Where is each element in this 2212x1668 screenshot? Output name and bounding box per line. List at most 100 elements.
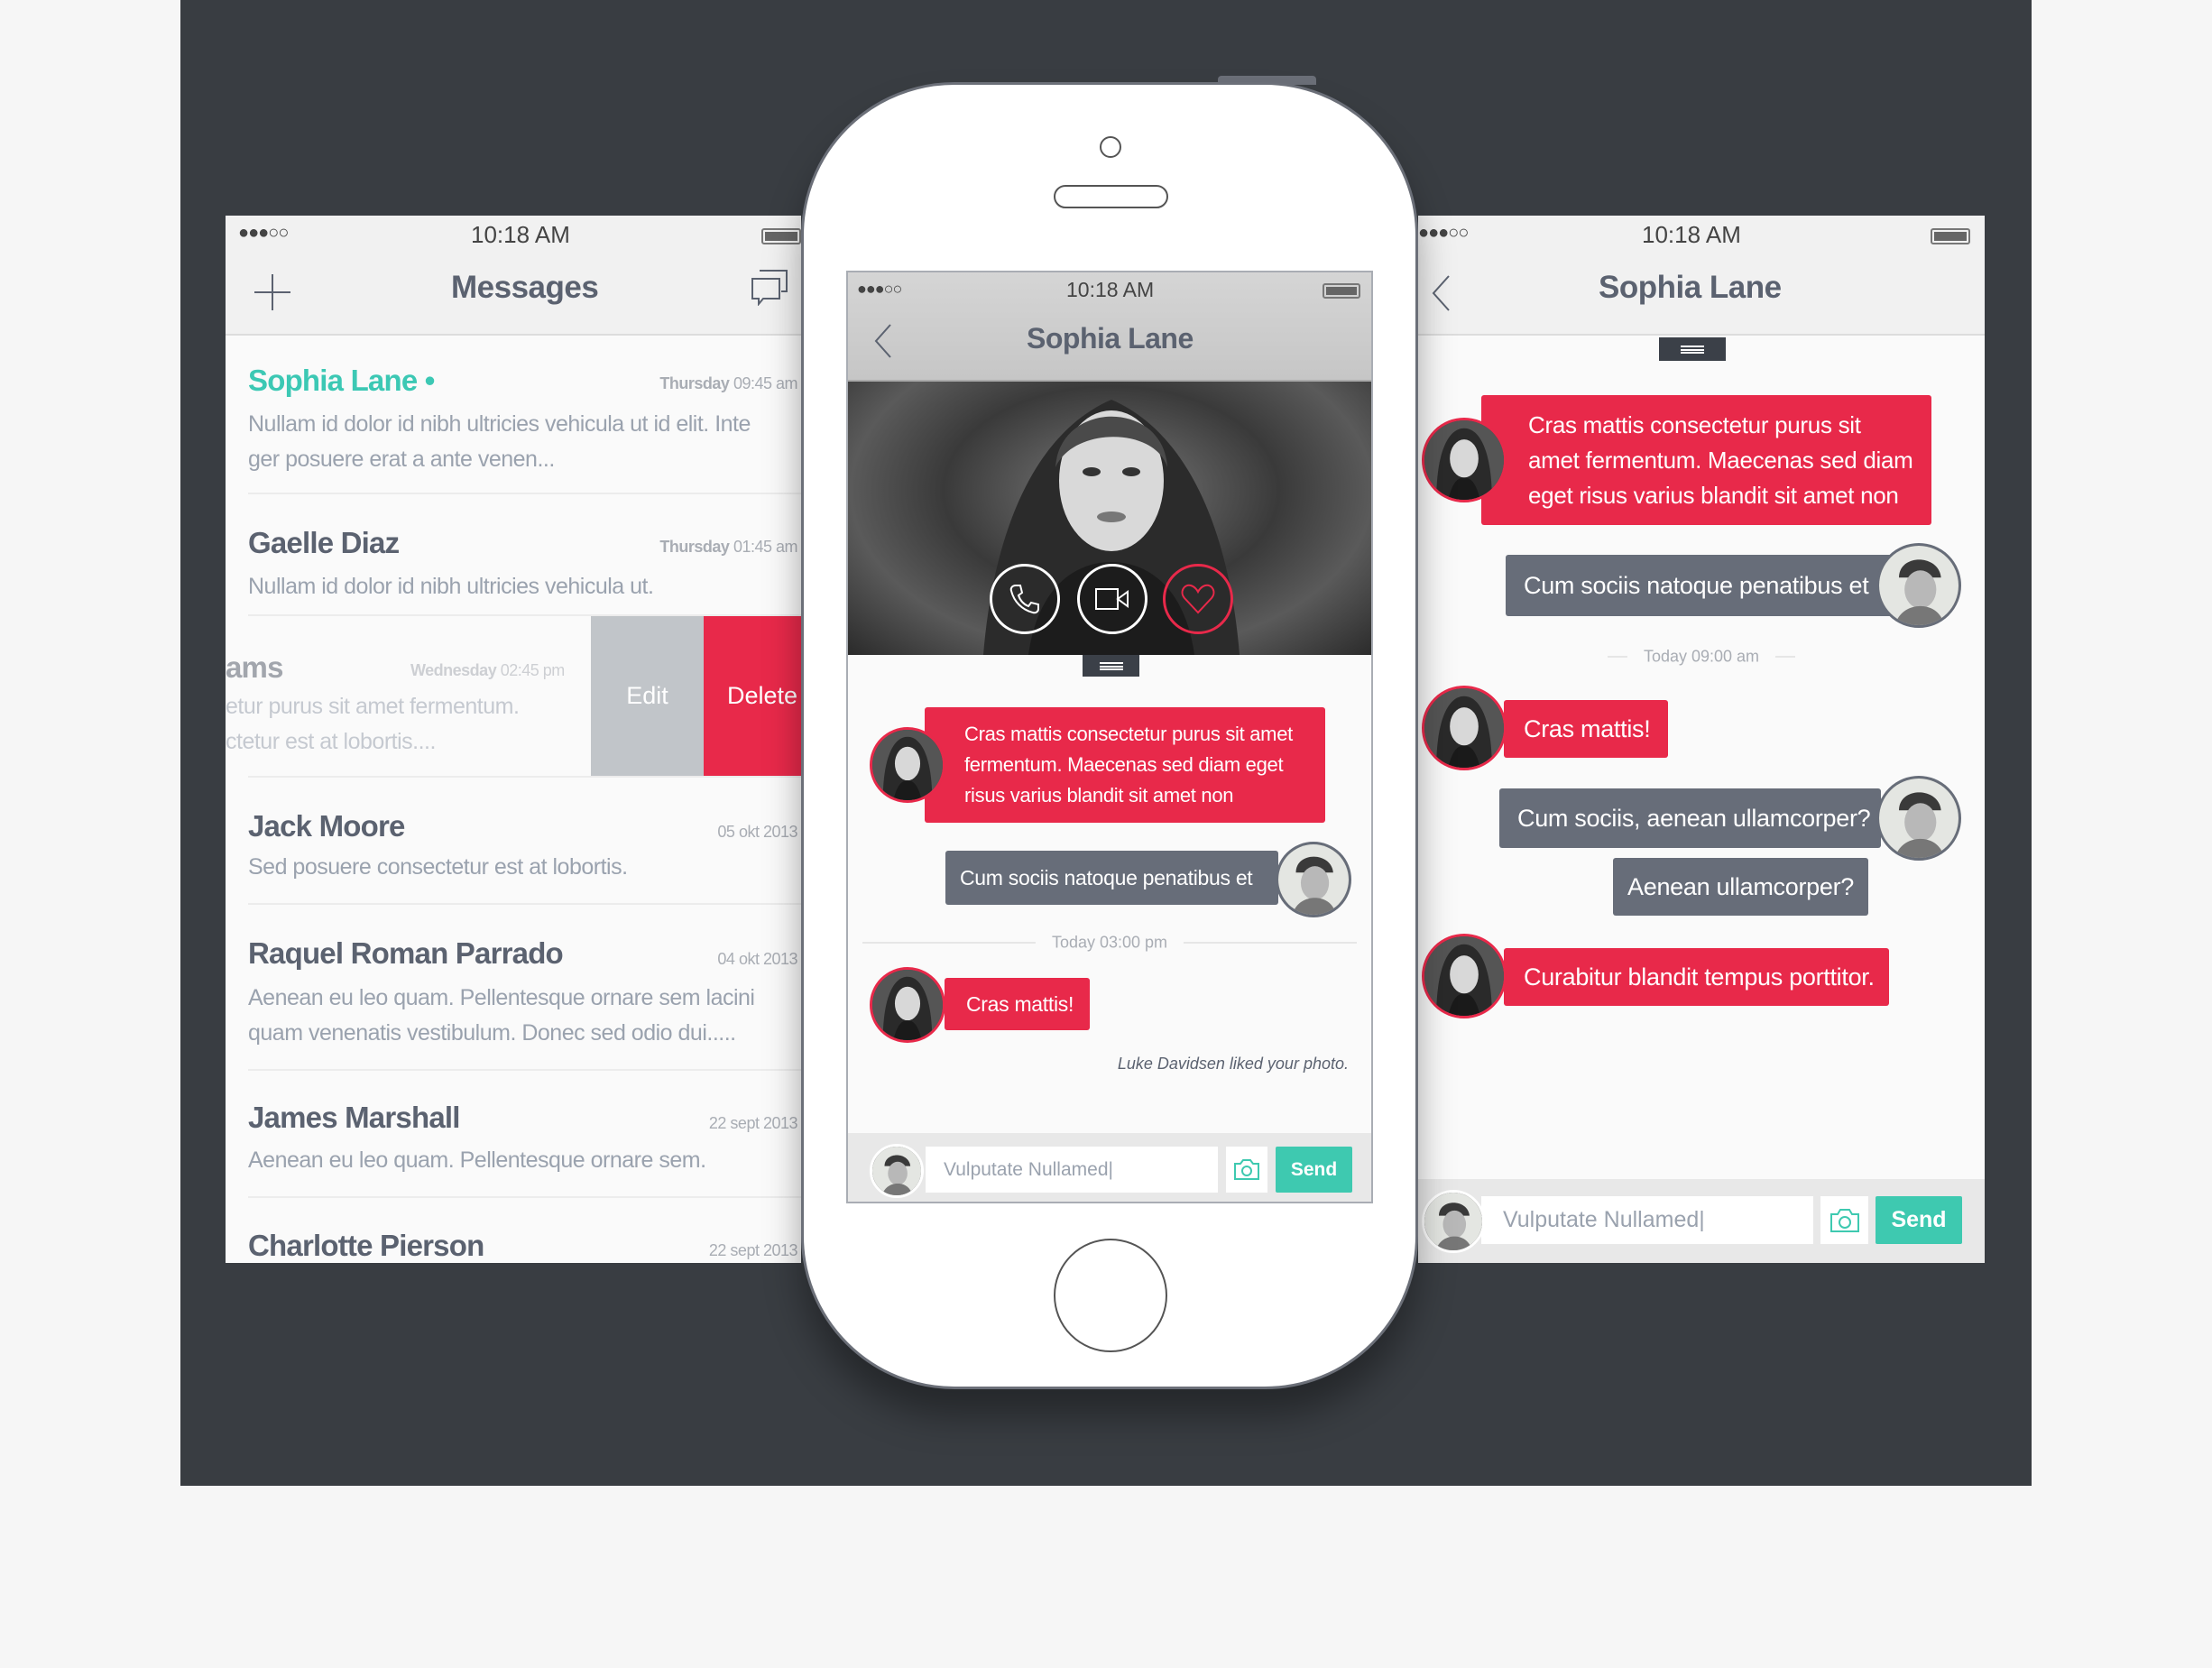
message-date: Thursday 09:45 am bbox=[659, 374, 797, 392]
like-button[interactable] bbox=[1163, 564, 1233, 634]
message-date: Wednesday 02:45 pm bbox=[410, 661, 565, 679]
message-bubble-sent: Aenean ullamcorper? bbox=[1613, 858, 1868, 916]
contact-name: Charlotte Pierson bbox=[248, 1229, 484, 1262]
list-item[interactable]: Raquel Roman Parrado 04 okt 2013 Aenean … bbox=[226, 905, 801, 1069]
avatar-user bbox=[870, 1144, 924, 1198]
status-time: 10:18 AM bbox=[1642, 221, 1741, 248]
message-bubble-sent: Cum sociis natoque penatibus et bbox=[945, 851, 1278, 905]
message-date: 22 sept 2013 bbox=[708, 1241, 798, 1259]
chat-bubbles-icon[interactable] bbox=[751, 270, 788, 306]
message-preview: Aenean eu leo quam. Pellentesque ornare … bbox=[248, 1147, 706, 1173]
status-time: 10:18 AM bbox=[1066, 278, 1155, 301]
message-preview: quam venenatis vestibulum. Donec sed odi… bbox=[248, 1020, 736, 1046]
plus-icon[interactable] bbox=[254, 274, 290, 310]
menu-icon bbox=[1681, 345, 1704, 354]
battery-icon bbox=[1323, 283, 1360, 299]
message-date: Thursday 01:45 am bbox=[659, 538, 797, 556]
list-item[interactable]: Sophia Lane • Thursday 09:45 am Nullam i… bbox=[226, 336, 801, 494]
message-bubble-received: Cras mattis! bbox=[1504, 700, 1668, 758]
avatar-user bbox=[1422, 1190, 1485, 1253]
avatar-user bbox=[1876, 776, 1961, 861]
contact-name: Raquel Roman Parrado bbox=[248, 936, 564, 970]
send-button[interactable]: Send bbox=[1876, 1196, 1962, 1244]
avatar-sophia bbox=[1422, 418, 1507, 502]
contact-name: Gaelle Diaz bbox=[248, 526, 400, 559]
avatar-sophia bbox=[870, 967, 945, 1043]
battery-icon bbox=[761, 228, 801, 244]
profile-photo bbox=[848, 382, 1371, 655]
camera-icon bbox=[1234, 1159, 1259, 1180]
avatar-user bbox=[1876, 543, 1961, 628]
conversation-title: Sophia Lane bbox=[1027, 322, 1194, 355]
camera-button[interactable] bbox=[1226, 1147, 1267, 1193]
list-item[interactable]: Charlotte Pierson 22 sept 2013 bbox=[226, 1198, 801, 1263]
nav-bar: ●●●○○ 10:18 AM Sophia Lane bbox=[848, 272, 1371, 382]
avatar-user bbox=[1276, 842, 1351, 917]
signal-indicator: ●●●○○ bbox=[1418, 223, 1469, 243]
message-date: 04 okt 2013 bbox=[717, 950, 797, 968]
list-item[interactable]: James Marshall 22 sept 2013 Aenean eu le… bbox=[226, 1071, 801, 1196]
menu-handle[interactable] bbox=[1083, 655, 1139, 677]
online-dot: • bbox=[424, 364, 436, 397]
list-item[interactable]: Jack Moore 05 okt 2013 Sed posuere conse… bbox=[226, 778, 801, 903]
edit-button[interactable]: Edit bbox=[591, 616, 704, 776]
signal-indicator: ●●●○○ bbox=[857, 280, 902, 298]
message-date: 22 sept 2013 bbox=[708, 1114, 798, 1132]
message-preview: Sed posuere consectetur est at lobortis. bbox=[248, 854, 628, 880]
nav-bar: ●●●○○ 10:18 AM Messages bbox=[226, 216, 801, 336]
message-preview: Nullam id dolor id nibh ultricies vehicu… bbox=[248, 574, 654, 599]
video-call-button[interactable] bbox=[1077, 564, 1147, 634]
back-chevron-icon[interactable] bbox=[1431, 274, 1452, 312]
message-preview: ger posuere erat a ante venen... bbox=[248, 447, 555, 472]
message-input[interactable]: Vulputate Nullamed| bbox=[926, 1147, 1218, 1193]
time-separator: Today 03:00 pm bbox=[862, 933, 1357, 953]
camera-icon bbox=[1830, 1208, 1859, 1232]
contact-name: Jack Moore bbox=[248, 809, 405, 843]
contact-name: James Marshall bbox=[248, 1101, 460, 1134]
contact-name: Sophia Lane bbox=[248, 364, 418, 397]
camera-button[interactable] bbox=[1820, 1196, 1868, 1244]
message-bubble-received: Cras mattis consectetur purus sit amet f… bbox=[1481, 395, 1931, 525]
nav-bar: ●●●○○ 10:18 AM Sophia Lane bbox=[1418, 216, 1985, 336]
compose-bar: Vulputate Nullamed| Send bbox=[848, 1133, 1371, 1202]
message-bubble-sent: Cum sociis natoque penatibus et bbox=[1506, 555, 1894, 616]
avatar-sophia bbox=[1422, 934, 1507, 1018]
message-date: 05 okt 2013 bbox=[717, 823, 797, 841]
contact-name: ams bbox=[226, 650, 283, 684]
message-preview: Nullam id dolor id nibh ultricies vehicu… bbox=[248, 411, 751, 437]
page-title: Messages bbox=[451, 270, 599, 305]
profile-chat-screen: ●●●○○ 10:18 AM Sophia Lane Cras mattis c… bbox=[846, 271, 1373, 1203]
message-preview: etur purus sit amet fermentum. bbox=[226, 694, 520, 719]
back-chevron-icon[interactable] bbox=[873, 323, 893, 359]
conversation-screen: ●●●○○ 10:18 AM Sophia Lane Cras mattis c… bbox=[1418, 216, 1985, 1263]
messages-list-screen: ●●●○○ 10:18 AM Messages Sophia Lane • Th… bbox=[226, 216, 801, 1263]
message-input[interactable]: Vulputate Nullamed| bbox=[1481, 1196, 1813, 1244]
menu-handle[interactable] bbox=[1659, 337, 1726, 361]
conversation-title: Sophia Lane bbox=[1599, 270, 1782, 305]
message-bubble-received: Cras mattis consectetur purus sit amet f… bbox=[925, 707, 1325, 823]
heart-icon bbox=[1181, 584, 1215, 614]
avatar-sophia bbox=[870, 727, 945, 803]
front-camera bbox=[1100, 136, 1121, 158]
menu-icon bbox=[1099, 661, 1123, 670]
delete-button[interactable]: Delete bbox=[704, 616, 801, 776]
battery-icon bbox=[1931, 228, 1970, 244]
speaker-grill bbox=[1054, 185, 1168, 208]
avatar-sophia bbox=[1422, 686, 1507, 770]
status-time: 10:18 AM bbox=[471, 221, 570, 248]
video-camera-icon bbox=[1095, 588, 1129, 610]
message-bubble-received: Cras mattis! bbox=[945, 978, 1090, 1030]
send-button[interactable]: Send bbox=[1276, 1147, 1352, 1193]
activity-notice: Luke Davidsen liked your photo. bbox=[1117, 1055, 1349, 1073]
message-bubble-received: Curabitur blandit tempus porttitor. bbox=[1504, 948, 1889, 1006]
message-bubble-sent: Cum sociis, aenean ullamcorper? bbox=[1499, 788, 1881, 848]
call-button[interactable] bbox=[990, 564, 1060, 634]
signal-indicator: ●●●○○ bbox=[238, 223, 289, 243]
compose-bar: Vulputate Nullamed| Send bbox=[1418, 1179, 1985, 1263]
time-separator: Today 09:00 am bbox=[1608, 647, 1795, 667]
message-preview: Aenean eu leo quam. Pellentesque ornare … bbox=[248, 985, 755, 1010]
phone-icon bbox=[1009, 585, 1039, 614]
list-item[interactable]: Gaelle Diaz Thursday 01:45 am Nullam id … bbox=[226, 494, 801, 615]
home-button[interactable] bbox=[1054, 1239, 1167, 1352]
message-preview: ctetur est at lobortis.... bbox=[226, 729, 436, 754]
